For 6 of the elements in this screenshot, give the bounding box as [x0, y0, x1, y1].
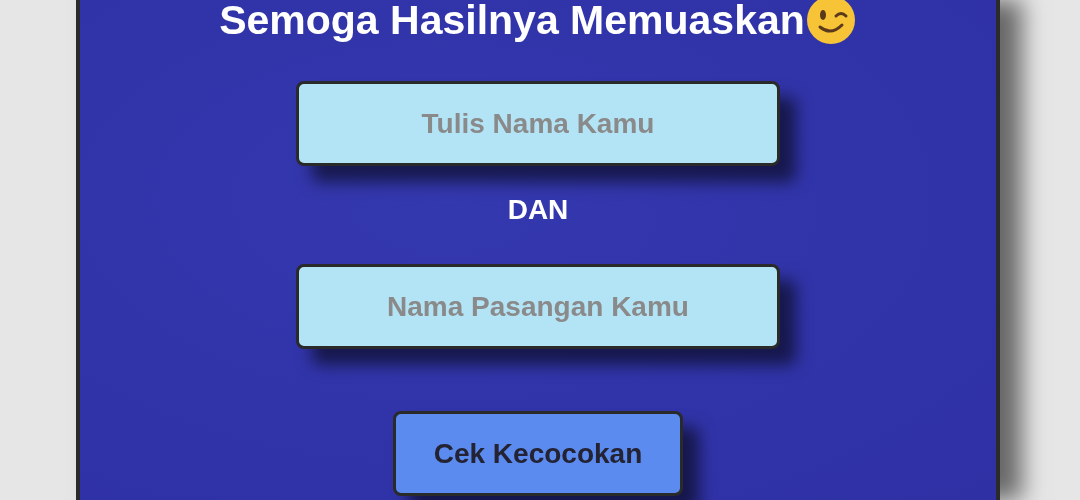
separator-text: DAN — [507, 194, 569, 226]
name-field[interactable]: Nama Pasangan Kamu — [296, 264, 780, 349]
winking-face-icon — [804, 0, 857, 46]
heading: Semoga Hasilnya Memuaskan — [219, 0, 805, 44]
check-button[interactable]: Cek Kecocokan — [393, 411, 683, 496]
name-field[interactable]: Tulis Nama Kamu — [296, 81, 780, 166]
